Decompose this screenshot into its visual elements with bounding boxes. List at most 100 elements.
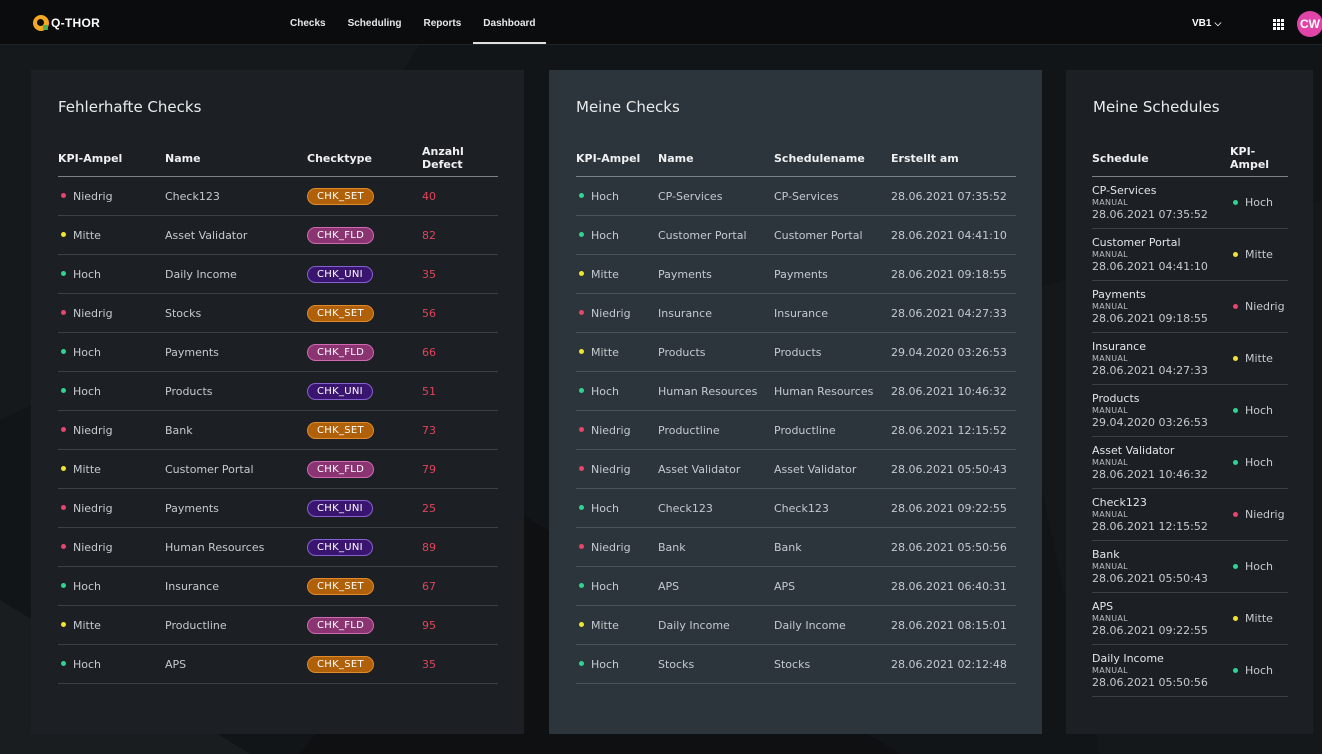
table-row[interactable]: Niedrig Productline Productline 28.06.2021 … [576,410,1016,450]
org-selector[interactable]: VB1 ⌵ [1192,18,1221,29]
kpi-label: Hoch [591,384,620,398]
table-row[interactable]: Niedrig Insurance Insurance 28.06.2021 04:2… [576,293,1016,333]
table-row[interactable]: Hoch APS APS 28.06.2021 06:40:31 [576,566,1016,606]
table-row[interactable]: Customer Portal MANUAL 28.06.2021 04:41:10… [1092,228,1288,281]
name-cell: Payments [165,488,307,528]
column-header[interactable]: KPI-Ampel [576,140,658,177]
table-row[interactable]: Niedrig Check123 CHK_SET 40 [58,176,498,216]
table-row[interactable]: Hoch APS CHK_SET 35 [58,644,498,684]
schedulename-cell-text: Asset Validator [774,462,857,476]
table-row[interactable]: Mitte Asset Validator CHK_FLD 82 [58,215,498,255]
kpi-cell: Hoch [576,644,658,684]
name-cell-text: Asset Validator [658,462,741,476]
table-row[interactable]: Asset Validator MANUAL 28.06.2021 10:46:32… [1092,436,1288,489]
table-row[interactable]: Hoch Insurance CHK_SET 67 [58,566,498,606]
status-dot-icon [579,583,584,588]
checktype-badge: CHK_FLD [307,460,375,478]
card-title: Meine Schedules [1093,98,1220,116]
nav-checks[interactable]: Checks [280,0,336,44]
kpi-label: Hoch [73,579,102,593]
created-cell: 28.06.2021 10:46:32 [891,371,1016,411]
table-row[interactable]: Hoch Human Resources Human Resources 28.06.… [576,371,1016,411]
column-header[interactable]: Schedule [1092,140,1230,177]
defect-count-cell-text: 82 [422,228,436,242]
nav-dashboard[interactable]: Dashboard [473,0,546,44]
column-header[interactable]: Name [658,140,774,177]
table-row[interactable]: Hoch Daily Income CHK_UNI 35 [58,254,498,294]
kpi-label: Niedrig [73,306,113,320]
table-row[interactable]: Mitte Customer Portal CHK_FLD 79 [58,449,498,489]
nav-scheduling[interactable]: Scheduling [338,0,412,44]
schedule-type: MANUAL [1092,510,1128,519]
kpi-label: Niedrig [591,462,631,476]
schedulename-cell: APS [774,566,891,606]
table-row[interactable]: Insurance MANUAL 28.06.2021 04:27:33 Mitte [1092,332,1288,385]
app-switcher-icon[interactable] [1273,19,1284,30]
schedule-date: 28.06.2021 10:46:32 [1092,468,1208,481]
column-header[interactable]: Erstellt am [891,140,1016,177]
table-row[interactable]: Payments MANUAL 28.06.2021 09:18:55 Niedrig [1092,280,1288,333]
name-cell-text: Customer Portal [165,462,254,476]
avatar[interactable]: CW [1297,11,1322,37]
table-row[interactable]: Check123 MANUAL 28.06.2021 12:15:52 Niedrig [1092,488,1288,541]
name-cell: Bank [165,410,307,450]
kpi-cell: Mitte [1230,228,1288,281]
checktype-badge: CHK_SET [307,421,374,439]
table-row[interactable]: Niedrig Bank CHK_SET 73 [58,410,498,450]
main-nav: Checks Scheduling Reports Dashboard [280,0,548,44]
table-row[interactable]: Hoch Stocks Stocks 28.06.2021 02:12:48 [576,644,1016,684]
column-header[interactable]: Anzahl Defect [422,140,498,177]
column-header[interactable]: KPI-Ampel [58,140,165,177]
defect-count-cell: 67 [422,566,498,606]
table-row[interactable]: Mitte Payments Payments 28.06.2021 09:18:55 [576,254,1016,294]
column-header[interactable]: KPI-Ampel [1230,140,1288,177]
column-header[interactable]: Name [165,140,307,177]
table-row[interactable]: APS MANUAL 28.06.2021 09:22:55 Mitte [1092,592,1288,645]
schedule-cell: Products MANUAL 29.04.2020 03:26:53 [1092,384,1230,437]
table-row[interactable]: Mitte Products Products 29.04.2020 03:26:53 [576,332,1016,372]
created-cell: 28.06.2021 02:12:48 [891,644,1016,684]
table-row[interactable]: Hoch CP-Services CP-Services 28.06.2021 07:… [576,176,1016,216]
name-cell-text: APS [658,579,680,593]
kpi-label: Niedrig [73,540,113,554]
schedule-name: Daily Income [1092,652,1164,665]
kpi-label: Hoch [591,189,620,203]
kpi-label: Mitte [591,267,619,281]
table-row[interactable]: Niedrig Payments CHK_UNI 25 [58,488,498,528]
checktype-cell: CHK_UNI [307,527,422,567]
schedulename-cell-text: Productline [774,423,836,437]
table-row[interactable]: CP-Services MANUAL 28.06.2021 07:35:52 Hoch [1092,176,1288,229]
table-row[interactable]: Niedrig Bank Bank 28.06.2021 05:50:56 [576,527,1016,567]
table-row[interactable]: Hoch Check123 Check123 28.06.2021 09:22:55 [576,488,1016,528]
nav-reports[interactable]: Reports [413,0,471,44]
status-dot-icon [61,427,66,432]
table-row[interactable]: Products MANUAL 29.04.2020 03:26:53 Hoch [1092,384,1288,437]
table-row[interactable]: Mitte Productline CHK_FLD 95 [58,605,498,645]
table-row[interactable]: Bank MANUAL 28.06.2021 05:50:43 Hoch [1092,540,1288,593]
kpi-label: Hoch [591,228,620,242]
defect-count-cell-text: 35 [422,657,436,671]
schedule-date: 28.06.2021 09:18:55 [1092,312,1208,325]
table-row[interactable]: Hoch Products CHK_UNI 51 [58,371,498,411]
name-cell-text: Stocks [658,657,695,671]
kpi-label: Hoch [73,384,102,398]
table-row[interactable]: Mitte Daily Income Daily Income 28.06.2021 … [576,605,1016,645]
table-row[interactable]: Niedrig Human Resources CHK_UNI 89 [58,527,498,567]
kpi-cell: Hoch [58,566,165,606]
column-header[interactable]: Schedulename [774,140,891,177]
created-cell-text: 28.06.2021 10:46:32 [891,384,1007,398]
schedule-name: Insurance [1092,340,1146,353]
table-row[interactable]: Hoch Customer Portal Customer Portal 28.06.… [576,215,1016,255]
status-dot-icon [579,232,584,237]
table-row[interactable]: Niedrig Stocks CHK_SET 56 [58,293,498,333]
checktype-badge: CHK_UNI [307,265,373,283]
column-header[interactable]: Checktype [307,140,422,177]
table-row[interactable]: Daily Income MANUAL 28.06.2021 05:50:56 Hoc… [1092,644,1288,697]
table-row[interactable]: Hoch Payments CHK_FLD 66 [58,332,498,372]
created-cell-text: 28.06.2021 06:40:31 [891,579,1007,593]
checktype-badge: CHK_UNI [307,382,373,400]
app-logo[interactable]: Q-THOR [33,15,100,31]
status-dot-icon [61,388,66,393]
table-row[interactable]: Niedrig Asset Validator Asset Validator 28.… [576,449,1016,489]
name-cell: Check123 [658,488,774,528]
